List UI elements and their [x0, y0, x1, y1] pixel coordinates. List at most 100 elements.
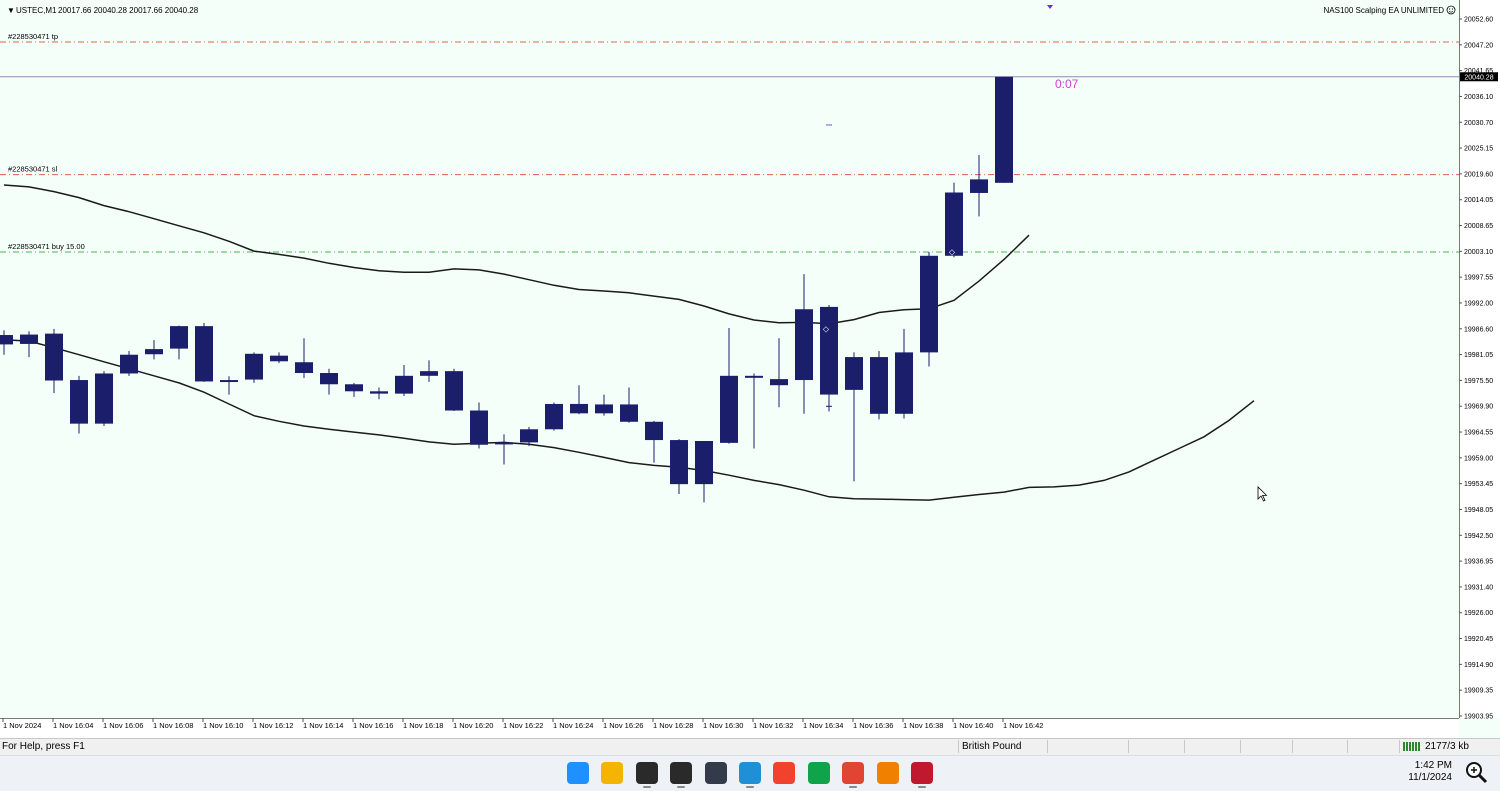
x-tick-label: 1 Nov 16:42 [1003, 721, 1043, 730]
candle-body [70, 380, 88, 424]
candle-timer: 0:07 [1055, 77, 1079, 91]
candle-body [920, 255, 938, 353]
ea-name: NAS100 Scalping EA UNLIMITED [1324, 6, 1445, 15]
active-app-indicator [642, 786, 651, 788]
clock-time: 1:42 PM [1414, 760, 1452, 771]
vlc-icon[interactable] [876, 762, 899, 784]
candle-body [295, 362, 313, 374]
candle[interactable] [870, 350, 888, 420]
candle-body [445, 371, 463, 411]
candle-body [770, 379, 788, 386]
candle[interactable] [95, 371, 113, 426]
y-tick-label: 20003.10 [1464, 249, 1493, 256]
x-tick-label: 1 Nov 16:08 [153, 721, 193, 730]
chrome-icon[interactable] [842, 762, 865, 784]
chart-symbol: USTEC,M1 [16, 6, 57, 15]
recorder-icon[interactable] [911, 762, 933, 784]
candle-body [170, 326, 188, 349]
x-tick-label: 1 Nov 16:12 [253, 721, 293, 730]
candle[interactable] [945, 182, 963, 258]
y-tick-label: 19931.40 [1464, 584, 1493, 591]
candle[interactable] [995, 76, 1013, 183]
edge-icon[interactable] [739, 762, 761, 784]
candle[interactable] [545, 402, 563, 431]
y-tick-label: 19959.00 [1464, 455, 1493, 462]
candle-body [845, 357, 863, 390]
x-tick-label: 1 Nov 16:20 [453, 721, 493, 730]
metatrader-icon[interactable] [635, 762, 658, 784]
candle-body [120, 354, 138, 374]
candle-body [970, 179, 988, 193]
candle-body [270, 355, 288, 362]
candle-body [145, 349, 163, 355]
connection-bars-icon [1403, 742, 1421, 751]
taskbar: 1:42 PM 11/1/2024 [0, 755, 1500, 791]
candle-body [895, 352, 913, 414]
sl-label: #228530471 sl [8, 165, 58, 174]
chart-ohlc: 20017.66 20040.28 20017.66 20040.28 [58, 6, 199, 15]
x-tick-label: 1 Nov 16:06 [103, 721, 143, 730]
owl-app-icon[interactable] [704, 762, 727, 784]
candle-body [945, 192, 963, 256]
candle[interactable] [245, 352, 263, 383]
profile-name[interactable]: British Pound [962, 741, 1021, 752]
candle-body [220, 380, 238, 383]
y-tick-label: 19903.95 [1464, 714, 1493, 721]
active-app-indicator [677, 786, 686, 788]
candle-body [570, 403, 588, 414]
system-clock[interactable]: 1:42 PM 11/1/2024 [1408, 760, 1452, 784]
current-price-label: 20040.28 [1464, 74, 1493, 81]
help-text: For Help, press F1 [2, 741, 85, 752]
status-bar: For Help, press F1 British Pound 2177/3 … [0, 738, 1500, 755]
candle-body [470, 410, 488, 445]
y-tick-label: 19936.95 [1464, 559, 1493, 566]
y-tick-label: 19981.05 [1464, 352, 1493, 359]
candle-body [20, 334, 38, 344]
x-tick-label: 1 Nov 16:40 [953, 721, 993, 730]
y-tick-label: 20047.20 [1464, 42, 1493, 49]
candle-body [620, 404, 638, 422]
y-tick-label: 19948.05 [1464, 507, 1493, 514]
x-tick-label: 1 Nov 16:26 [603, 721, 643, 730]
x-tick-label: 1 Nov 16:18 [403, 721, 443, 730]
media-app-icon[interactable] [773, 762, 796, 784]
x-tick-label: 1 Nov 2024 [3, 721, 41, 730]
candle[interactable] [445, 368, 463, 411]
candle-body [670, 440, 688, 485]
candle-body [995, 76, 1013, 183]
x-tick-label: 1 Nov 16:36 [853, 721, 893, 730]
candle-body [345, 384, 363, 392]
tp-label: #228530471 tp [8, 32, 58, 41]
y-tick-label: 19992.00 [1464, 300, 1493, 307]
candle-body [595, 404, 613, 414]
candle-body [545, 403, 563, 430]
candle-body [245, 353, 263, 380]
y-tick-label: 19942.50 [1464, 533, 1493, 540]
candle[interactable] [195, 322, 213, 382]
candle-body [820, 306, 838, 395]
y-tick-label: 20008.65 [1464, 223, 1493, 230]
x-tick-label: 1 Nov 16:34 [803, 721, 843, 730]
chart-window[interactable]: 20052.60 20047.20 20041.65 20036.10 20030.70… [0, 0, 1500, 738]
y-tick-label: 19986.60 [1464, 326, 1493, 333]
clock-date: 11/1/2024 [1408, 772, 1452, 783]
candle-body [45, 333, 63, 381]
x-tick-label: 1 Nov 16:24 [553, 721, 593, 730]
start-icon[interactable] [567, 762, 589, 784]
y-tick-label: 19909.35 [1464, 688, 1493, 695]
file-explorer-icon[interactable] [601, 762, 624, 784]
y-tick-label: 19964.55 [1464, 430, 1493, 437]
candle-body [95, 373, 113, 424]
trading-app-icon[interactable] [807, 762, 830, 784]
symbol-arrow-icon[interactable]: ▼ [7, 6, 15, 15]
connection-status: 2177/3 kb [1425, 741, 1469, 752]
y-tick-label: 19926.00 [1464, 610, 1493, 617]
y-tick-label: 19953.45 [1464, 481, 1493, 488]
magnifier-icon[interactable] [1464, 760, 1488, 784]
candle[interactable] [920, 252, 938, 367]
y-tick-label: 20025.15 [1464, 146, 1493, 153]
price-chart[interactable]: 20052.6020047.2020041.6520036.1020030.70… [0, 0, 1500, 738]
x-tick-label: 1 Nov 16:22 [503, 721, 543, 730]
candle-body [370, 391, 388, 394]
metatrader2-icon[interactable] [670, 762, 693, 784]
